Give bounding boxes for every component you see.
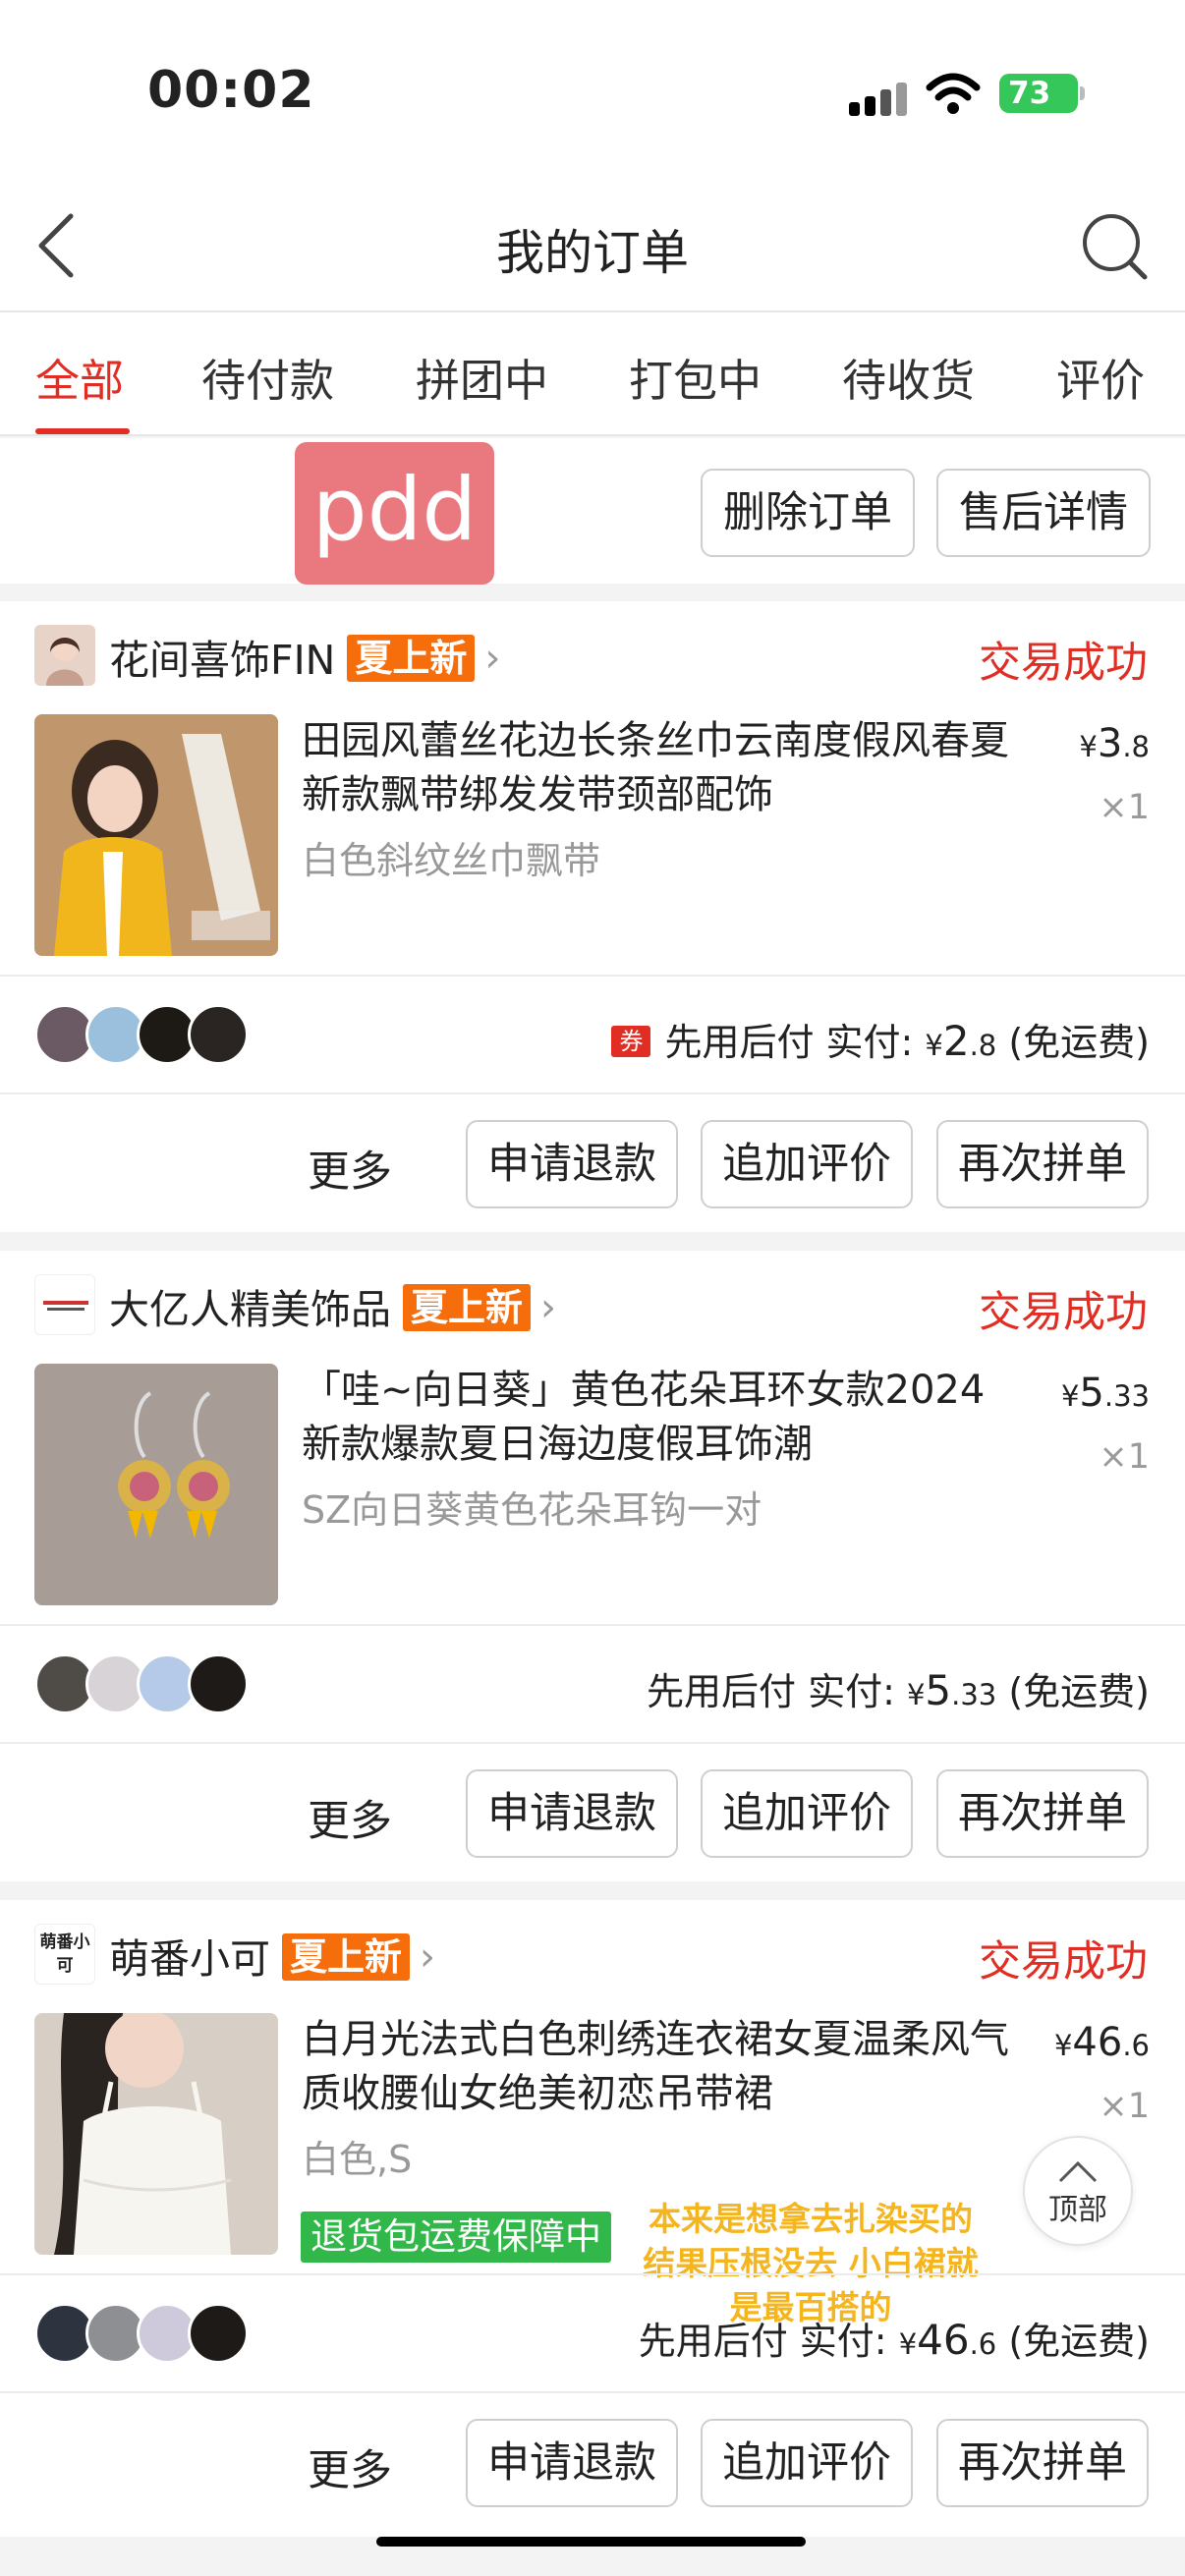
wifi-icon: [926, 73, 981, 114]
delete-orders-button[interactable]: 删除订单: [701, 469, 915, 557]
store-name[interactable]: 花间喜饰FIN 夏上新 ›: [109, 627, 500, 686]
add-review-button[interactable]: 追加评价: [701, 1769, 913, 1858]
member-avatar: [188, 1653, 249, 1714]
coupon-icon: 券: [611, 1026, 651, 1057]
order-card-2: 大亿人精美饰品 夏上新 › 交易成功 「哇~向日葵」黄色花朵耳环女款2024新款爆款…: [0, 1251, 1185, 1881]
product-title[interactable]: 白月光法式白色刺绣连衣裙女夏温柔风气质收腰仙女绝美初恋吊带裙: [302, 2013, 1009, 2121]
product-price: ¥5.33: [1060, 1371, 1150, 1416]
refund-button[interactable]: 申请退款: [466, 1120, 678, 1208]
chevron-up-icon: [1058, 2160, 1098, 2183]
rebuy-button[interactable]: 再次拼单: [936, 1769, 1149, 1858]
user-annotation: 本来是想拿去扎染买的 结果压根没去 小白裙就是最百搭的: [643, 2200, 979, 2326]
product-image[interactable]: [34, 1364, 278, 1605]
order-card-3: 萌番小可 萌番小可 夏上新 › 交易成功 白月光法式白色刺绣连衣裙女夏温柔风气质收腰…: [0, 1900, 1185, 2537]
chevron-right-icon: ›: [484, 636, 501, 681]
store-header[interactable]: 花间喜饰FIN 夏上新 › 交易成功: [0, 601, 1185, 709]
cellular-signal-icon: [849, 83, 910, 116]
orders-page: 00:02 73 我的订单 全部 待付款 拼团中 打包中 待收货 评价 pdd …: [0, 0, 1185, 2576]
navigation-bar: 我的订单: [0, 187, 1185, 312]
new-summer-badge: 夏上新: [347, 635, 476, 682]
store-avatar: 萌番小可: [34, 1924, 95, 1985]
more-button[interactable]: 更多: [308, 2436, 392, 2497]
store-avatar: [34, 1274, 95, 1335]
divider: [0, 2273, 1185, 2275]
refund-button[interactable]: 申请退款: [466, 2419, 678, 2507]
tab-pending-payment[interactable]: 待付款: [201, 345, 334, 409]
store-name[interactable]: 萌番小可 夏上新 ›: [109, 1926, 435, 1985]
store-name[interactable]: 大亿人精美饰品 夏上新 ›: [109, 1276, 556, 1335]
tab-pending-receipt[interactable]: 待收货: [842, 345, 975, 409]
product-price: ¥3.8: [1079, 721, 1150, 766]
battery-level: 73: [999, 74, 1085, 113]
payment-summary: 先用后付 实付: ¥5.33 (免运费): [646, 1666, 1150, 1714]
order-card-1: 花间喜饰FIN 夏上新 › 交易成功 田园风蕾丝花边长条丝巾云南度假风春夏新款飘带绑…: [0, 601, 1185, 1232]
store-header[interactable]: 大亿人精美饰品 夏上新 › 交易成功: [0, 1251, 1185, 1359]
payment-summary: 先用后付 实付: ¥46.6 (免运费): [638, 2316, 1150, 2364]
divider: [0, 975, 1185, 977]
divider: [0, 1624, 1185, 1626]
rebuy-button[interactable]: 再次拼单: [936, 1120, 1149, 1208]
store-avatar: [34, 625, 95, 686]
product-image[interactable]: [34, 714, 278, 956]
product-title[interactable]: 「哇~向日葵」黄色花朵耳环女款2024新款爆款夏日海边度假耳饰潮: [302, 1364, 1009, 1472]
active-tab-indicator: [35, 428, 130, 434]
product-spec: 白色斜纹丝巾飘带: [302, 839, 601, 882]
tab-packing[interactable]: 打包中: [629, 345, 762, 409]
payment-summary: 券先用后付 实付: ¥2.8 (免运费): [611, 1012, 1150, 1066]
add-review-button[interactable]: 追加评价: [701, 1120, 913, 1208]
tab-group-buy[interactable]: 拼团中: [416, 345, 548, 409]
product-qty: ×1: [1099, 788, 1150, 827]
after-sale-details-button[interactable]: 售后详情: [936, 469, 1151, 557]
search-icon[interactable]: [1080, 210, 1151, 283]
more-button[interactable]: 更多: [308, 1138, 392, 1199]
group-members: [34, 2303, 251, 2364]
product-image[interactable]: [34, 2013, 278, 2255]
chevron-right-icon: ›: [420, 1934, 436, 1980]
tab-review[interactable]: 评价: [1056, 345, 1145, 409]
home-indicator[interactable]: [376, 2537, 806, 2547]
new-summer-badge: 夏上新: [282, 1933, 411, 1981]
divider: [0, 1742, 1185, 1744]
product-spec: 白色,S: [302, 2138, 413, 2181]
order-status: 交易成功: [979, 1288, 1148, 1337]
product-title[interactable]: 田园风蕾丝花边长条丝巾云南度假风春夏新款飘带绑发发带颈部配饰: [302, 714, 1009, 822]
chevron-right-icon: ›: [540, 1285, 557, 1330]
group-members: [34, 1653, 251, 1714]
member-avatar: [188, 1004, 249, 1065]
product-spec: SZ向日葵黄色花朵耳钩一对: [302, 1488, 762, 1532]
product-qty: ×1: [1099, 2087, 1150, 2126]
pdd-logo: pdd: [295, 442, 494, 585]
order-tabs: 全部 待付款 拼团中 打包中 待收货 评价: [0, 312, 1185, 436]
store-header[interactable]: 萌番小可 萌番小可 夏上新 › 交易成功: [0, 1900, 1185, 2008]
divider: [0, 1092, 1185, 1094]
member-avatar: [188, 2303, 249, 2364]
page-title: 我的订单: [495, 225, 689, 281]
status-time: 00:02: [147, 61, 315, 120]
product-qty: ×1: [1099, 1437, 1150, 1477]
group-members: [34, 1004, 251, 1065]
add-review-button[interactable]: 追加评价: [701, 2419, 913, 2507]
return-shipping-guarantee-badge: 退货包运费保障中: [301, 2212, 611, 2263]
divider: [0, 2391, 1185, 2393]
tab-all[interactable]: 全部: [35, 345, 124, 409]
order-status: 交易成功: [979, 639, 1148, 688]
back-to-top-button[interactable]: 顶部: [1023, 2136, 1133, 2246]
order-status: 交易成功: [979, 1937, 1148, 1987]
rebuy-button[interactable]: 再次拼单: [936, 2419, 1149, 2507]
status-bar: 00:02 73: [0, 0, 1185, 187]
new-summer-badge: 夏上新: [403, 1284, 532, 1331]
refund-button[interactable]: 申请退款: [466, 1769, 678, 1858]
more-button[interactable]: 更多: [308, 1787, 392, 1848]
product-price: ¥46.6: [1053, 2020, 1150, 2065]
back-to-top-label: 顶部: [1048, 2193, 1107, 2227]
